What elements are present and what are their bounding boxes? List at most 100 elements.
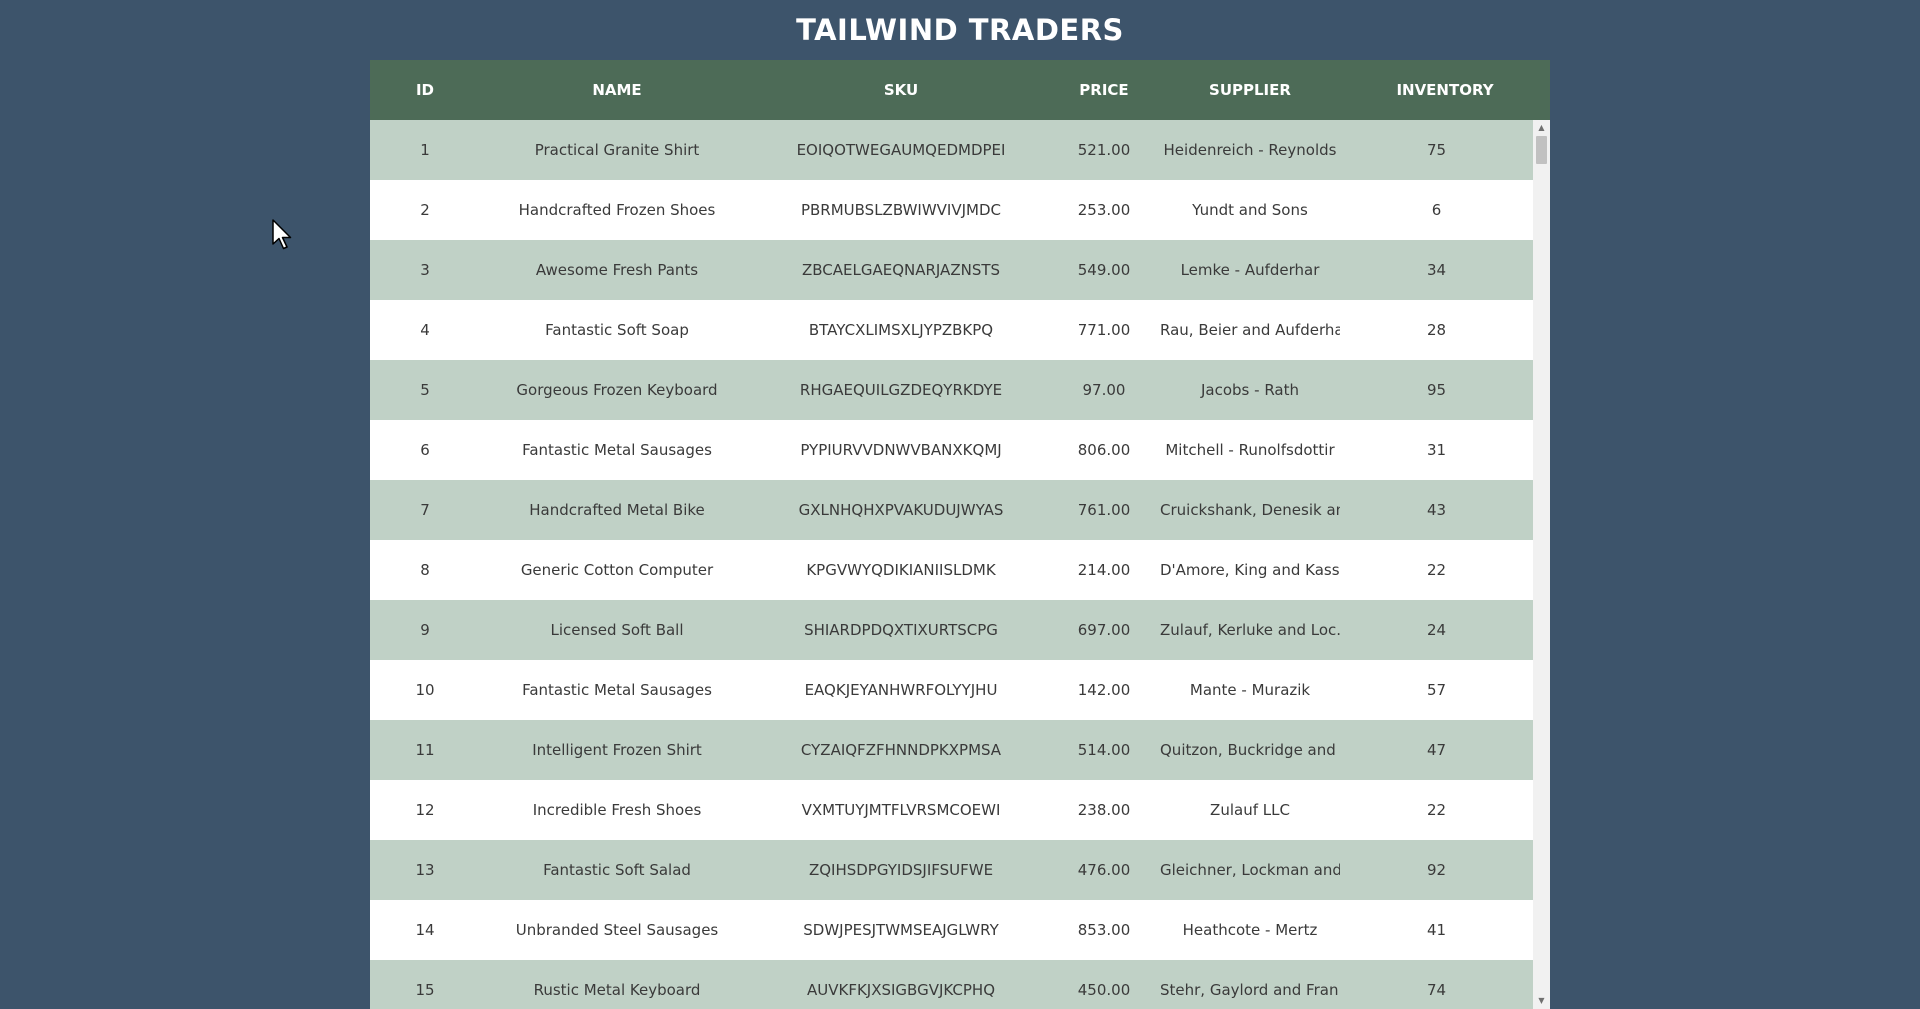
cell-name: Gorgeous Frozen Keyboard bbox=[516, 381, 718, 399]
cell-name: Generic Cotton Computer bbox=[520, 561, 714, 579]
cell-sku: SHIARDPDQXTIXURTSCPG bbox=[804, 621, 998, 639]
table-row[interactable]: 1 Practical Granite Shirt EOIQOTWEGAUMQEDM… bbox=[370, 120, 1533, 180]
scrollbar-thumb[interactable] bbox=[1536, 136, 1547, 164]
table-row[interactable]: 15 Rustic Metal Keyboard AUVKFKJXSIGBGVJKC… bbox=[370, 960, 1533, 1009]
cell-id: 2 bbox=[420, 201, 430, 219]
table-row[interactable]: 3 Awesome Fresh Pants ZBCAELGAEQNARJAZNSTS… bbox=[370, 240, 1533, 300]
table-row[interactable]: 5 Gorgeous Frozen Keyboard RHGAEQUILGZDEQY… bbox=[370, 360, 1533, 420]
table-row[interactable]: 6 Fantastic Metal Sausages PYPIURVVDNWVBAN… bbox=[370, 420, 1533, 480]
table-row[interactable]: 14 Unbranded Steel Sausages SDWJPESJTWMSEA… bbox=[370, 900, 1533, 960]
cell-inventory: 95 bbox=[1426, 381, 1447, 399]
cell-price: 514.00 bbox=[1077, 741, 1131, 759]
table-row[interactable]: 10 Fantastic Metal Sausages EAQKJEYANHWRFO… bbox=[370, 660, 1533, 720]
cell-id: 12 bbox=[415, 801, 435, 819]
cell-name: Rustic Metal Keyboard bbox=[533, 981, 701, 999]
table-header: ID NAME SKU PRICE SUPPLIER INVENTORY bbox=[370, 60, 1550, 120]
cell-name: Handcrafted Frozen Shoes bbox=[518, 201, 716, 219]
mouse-pointer-icon bbox=[272, 219, 292, 250]
cell-name: Awesome Fresh Pants bbox=[535, 261, 699, 279]
cell-id: 5 bbox=[420, 381, 430, 399]
cell-inventory: 24 bbox=[1426, 621, 1447, 639]
column-header-name[interactable]: NAME bbox=[480, 60, 754, 120]
cell-inventory: 47 bbox=[1426, 741, 1447, 759]
cell-inventory: 75 bbox=[1426, 141, 1447, 159]
cell-sku: SDWJPESJTWMSEAJGLWRY bbox=[803, 921, 999, 939]
cell-price: 521.00 bbox=[1077, 141, 1131, 159]
cell-supplier: Quitzon, Buckridge and ... bbox=[1160, 741, 1340, 759]
cell-sku: RHGAEQUILGZDEQYRKDYE bbox=[799, 381, 1003, 399]
table-row[interactable]: 12 Incredible Fresh Shoes VXMTUYJMTFLVRSMC… bbox=[370, 780, 1533, 840]
cell-inventory: 22 bbox=[1426, 561, 1447, 579]
column-header-inventory[interactable]: INVENTORY bbox=[1340, 60, 1550, 120]
cell-sku: ZBCAELGAEQNARJAZNSTS bbox=[801, 261, 1001, 279]
cell-id: 10 bbox=[415, 681, 435, 699]
cell-inventory: 41 bbox=[1426, 921, 1447, 939]
column-header-sku[interactable]: SKU bbox=[754, 60, 1048, 120]
table-row[interactable]: 7 Handcrafted Metal Bike GXLNHQHXPVAKUDUJW… bbox=[370, 480, 1533, 540]
cell-name: Practical Granite Shirt bbox=[534, 141, 700, 159]
cell-name: Fantastic Metal Sausages bbox=[522, 441, 712, 459]
cell-supplier: Lemke - Aufderhar bbox=[1180, 261, 1320, 279]
cell-inventory: 57 bbox=[1426, 681, 1447, 699]
cell-supplier: Zulauf LLC bbox=[1210, 801, 1290, 819]
cell-price: 97.00 bbox=[1082, 381, 1126, 399]
table-row[interactable]: 11 Intelligent Frozen Shirt CYZAIQFZFHNNDP… bbox=[370, 720, 1533, 780]
cell-inventory: 22 bbox=[1426, 801, 1447, 819]
cell-supplier: D'Amore, King and Kass... bbox=[1160, 561, 1340, 579]
cell-id: 15 bbox=[415, 981, 435, 999]
scroll-down-icon[interactable]: ▼ bbox=[1533, 993, 1550, 1009]
cell-supplier: Yundt and Sons bbox=[1192, 201, 1308, 219]
cell-supplier: Jacobs - Rath bbox=[1201, 381, 1299, 399]
cell-sku: VXMTUYJMTFLVRSMCOEWI bbox=[801, 801, 1001, 819]
cell-name: Incredible Fresh Shoes bbox=[532, 801, 702, 819]
cell-inventory: 74 bbox=[1426, 981, 1447, 999]
cell-sku: PYPIURVVDNWVBANXKQMJ bbox=[800, 441, 1002, 459]
cell-sku: KPGVWYQDIKIANIISLDMK bbox=[806, 561, 996, 579]
cell-id: 4 bbox=[420, 321, 430, 339]
cell-price: 476.00 bbox=[1077, 861, 1131, 879]
cell-name: Unbranded Steel Sausages bbox=[515, 921, 719, 939]
cell-id: 13 bbox=[415, 861, 435, 879]
cell-inventory: 34 bbox=[1426, 261, 1447, 279]
cell-sku: EAQKJEYANHWRFOLYYJHU bbox=[804, 681, 998, 699]
column-header-id[interactable]: ID bbox=[370, 60, 480, 120]
cell-sku: BTAYCXLIMSXLJYPZBKPQ bbox=[808, 321, 994, 339]
cell-price: 142.00 bbox=[1077, 681, 1131, 699]
cell-id: 11 bbox=[415, 741, 435, 759]
cell-supplier: Zulauf, Kerluke and Loc... bbox=[1160, 621, 1340, 639]
cell-price: 806.00 bbox=[1077, 441, 1131, 459]
cell-sku: PBRMUBSLZBWIWVIVJMDC bbox=[800, 201, 1002, 219]
products-table: ID NAME SKU PRICE SUPPLIER INVENTORY 1 Pr… bbox=[370, 60, 1550, 1009]
cell-price: 214.00 bbox=[1077, 561, 1131, 579]
cell-supplier: Mitchell - Runolfsdottir bbox=[1165, 441, 1335, 459]
column-header-supplier[interactable]: SUPPLIER bbox=[1160, 60, 1340, 120]
table-row[interactable]: 13 Fantastic Soft Salad ZQIHSDPGYIDSJIFSUF… bbox=[370, 840, 1533, 900]
cell-id: 1 bbox=[420, 141, 430, 159]
cell-sku: EOIQOTWEGAUMQEDMDPEI bbox=[796, 141, 1006, 159]
cell-name: Fantastic Metal Sausages bbox=[522, 681, 712, 699]
cell-sku: GXLNHQHXPVAKUDUJWYAS bbox=[798, 501, 1004, 519]
cell-supplier: Gleichner, Lockman and... bbox=[1160, 861, 1340, 879]
cell-id: 8 bbox=[420, 561, 430, 579]
cell-name: Licensed Soft Ball bbox=[550, 621, 684, 639]
cell-id: 3 bbox=[420, 261, 430, 279]
scroll-up-icon[interactable]: ▲ bbox=[1533, 120, 1550, 136]
table-row[interactable]: 9 Licensed Soft Ball SHIARDPDQXTIXURTSCPG 6… bbox=[370, 600, 1533, 660]
cell-supplier: Heathcote - Mertz bbox=[1182, 921, 1318, 939]
table-row[interactable]: 2 Handcrafted Frozen Shoes PBRMUBSLZBWIWVI… bbox=[370, 180, 1533, 240]
table-row[interactable]: 4 Fantastic Soft Soap BTAYCXLIMSXLJYPZBKPQ… bbox=[370, 300, 1533, 360]
cell-price: 853.00 bbox=[1077, 921, 1131, 939]
cell-id: 6 bbox=[420, 441, 430, 459]
cell-name: Fantastic Soft Soap bbox=[545, 321, 689, 339]
cell-price: 697.00 bbox=[1077, 621, 1131, 639]
cell-price: 761.00 bbox=[1077, 501, 1131, 519]
table-row[interactable]: 8 Generic Cotton Computer KPGVWYQDIKIANIIS… bbox=[370, 540, 1533, 600]
column-header-price[interactable]: PRICE bbox=[1048, 60, 1160, 120]
cell-inventory: 6 bbox=[1431, 201, 1442, 219]
vertical-scrollbar[interactable]: ▲ ▼ bbox=[1533, 120, 1550, 1009]
cell-price: 450.00 bbox=[1077, 981, 1131, 999]
cell-sku: ZQIHSDPGYIDSJIFSUFWE bbox=[808, 861, 994, 879]
page-title: TAILWIND TRADERS bbox=[796, 13, 1124, 47]
cell-inventory: 92 bbox=[1426, 861, 1447, 879]
cell-name: Handcrafted Metal Bike bbox=[529, 501, 705, 519]
